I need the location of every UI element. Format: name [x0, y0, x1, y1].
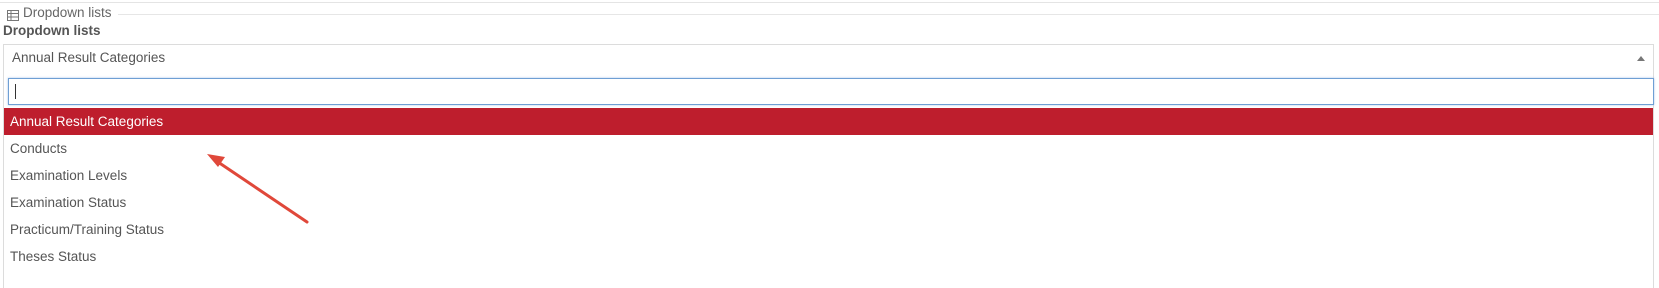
annotation-arrow-icon	[207, 154, 309, 224]
